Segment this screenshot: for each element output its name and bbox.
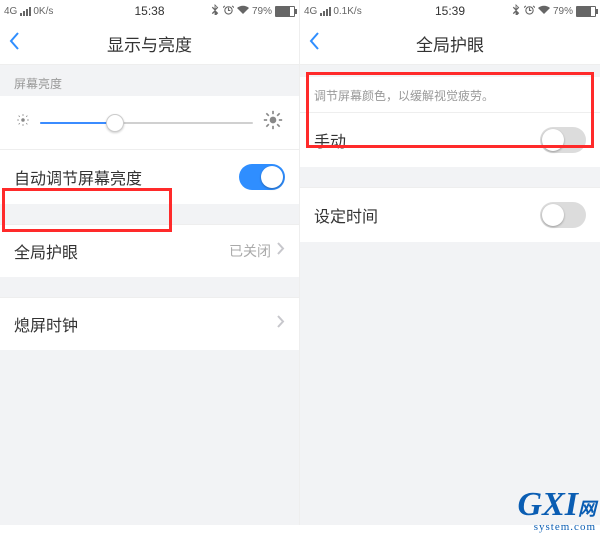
- brightness-slider-row: [0, 96, 299, 149]
- nav-bar: 全局护眼: [300, 22, 600, 65]
- data-speed: 0K/s: [33, 6, 53, 17]
- auto-brightness-toggle[interactable]: [239, 164, 285, 190]
- alarm-icon: [524, 4, 535, 18]
- back-button[interactable]: [8, 31, 20, 55]
- hint-text: 调节屏幕颜色，以缓解视觉疲劳。: [300, 77, 600, 113]
- status-bar: 4G 0.1K/s 15:39 79%: [300, 0, 600, 22]
- brightness-slider[interactable]: [40, 122, 253, 124]
- wifi-icon: [538, 5, 550, 17]
- brightness-high-icon: [263, 110, 283, 135]
- battery-pct: 79%: [252, 6, 272, 17]
- auto-brightness-row[interactable]: 自动调节屏幕亮度: [0, 149, 299, 204]
- page-title: 全局护眼: [416, 31, 484, 56]
- eye-care-value: 已关闭: [229, 241, 271, 261]
- brightness-section-label: 屏幕亮度: [0, 65, 299, 96]
- wifi-icon: [237, 5, 249, 17]
- data-speed: 0.1K/s: [333, 6, 361, 17]
- screen-clock-label: 熄屏时钟: [14, 312, 277, 336]
- network-type: 4G: [304, 6, 317, 17]
- clock: 15:38: [134, 4, 164, 18]
- eye-care-row[interactable]: 全局护眼 已关闭: [0, 224, 299, 277]
- manual-row[interactable]: 手动: [300, 113, 600, 167]
- schedule-toggle[interactable]: [540, 202, 586, 228]
- schedule-label: 设定时间: [314, 203, 540, 227]
- bluetooth-icon: [211, 4, 220, 18]
- bluetooth-icon: [512, 4, 521, 18]
- network-type: 4G: [4, 6, 17, 17]
- battery-icon: [576, 6, 596, 17]
- signal-icon: [20, 7, 31, 16]
- manual-label: 手动: [314, 128, 540, 152]
- auto-brightness-label: 自动调节屏幕亮度: [14, 165, 239, 189]
- phone-display-brightness: 4G 0K/s 15:38 79%: [0, 0, 300, 525]
- chevron-right-icon: [277, 242, 285, 260]
- screen-clock-row[interactable]: 熄屏时钟: [0, 297, 299, 350]
- status-bar: 4G 0K/s 15:38 79%: [0, 0, 299, 22]
- eye-care-label: 全局护眼: [14, 239, 229, 263]
- battery-icon: [275, 6, 295, 17]
- signal-icon: [320, 7, 331, 16]
- schedule-row[interactable]: 设定时间: [300, 187, 600, 242]
- page-title: 显示与亮度: [107, 31, 192, 56]
- clock: 15:39: [435, 4, 465, 18]
- back-button[interactable]: [308, 31, 320, 55]
- watermark: GXI网 system.com: [518, 488, 596, 533]
- brightness-low-icon: [16, 113, 30, 132]
- battery-pct: 79%: [553, 6, 573, 17]
- manual-toggle[interactable]: [540, 127, 586, 153]
- phone-eye-care: 4G 0.1K/s 15:39 79%: [300, 0, 600, 525]
- alarm-icon: [223, 4, 234, 18]
- chevron-right-icon: [277, 315, 285, 333]
- slider-thumb[interactable]: [106, 114, 124, 132]
- nav-bar: 显示与亮度: [0, 22, 299, 65]
